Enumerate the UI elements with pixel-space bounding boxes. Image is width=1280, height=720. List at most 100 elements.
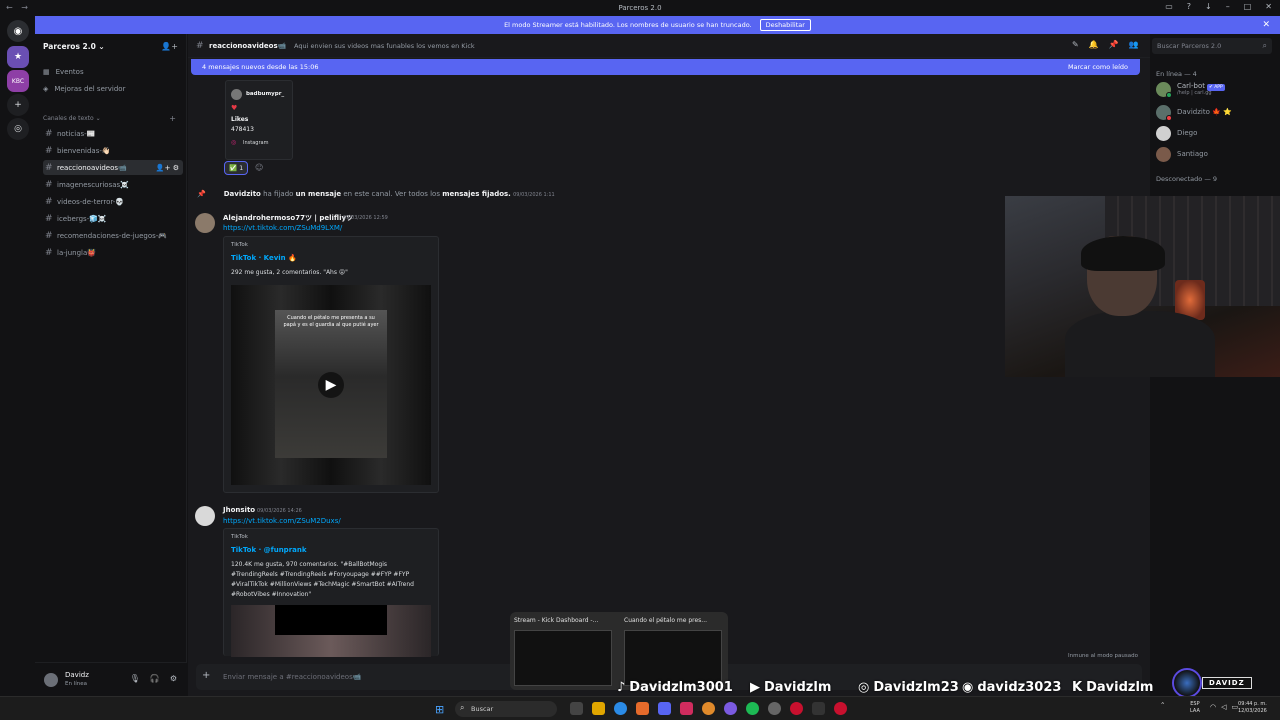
new-messages-bar[interactable]: 4 mensajes nuevos desde las 15:06 Marcar… [191, 59, 1140, 75]
channel-item-active[interactable]: # reaccionoavideos📹 👤+ ⚙ [43, 160, 183, 175]
channel-settings-icon[interactable]: 👤+ ⚙ [156, 164, 179, 172]
taskbar-search-label: Buscar [471, 705, 494, 713]
social-discord: ◉ davidz3023 [962, 680, 1061, 695]
bell-icon[interactable]: 🔔 [1089, 40, 1099, 49]
pin-time: 09/03/2026 1:11 [513, 192, 555, 198]
user-name[interactable]: Davidz [65, 671, 89, 679]
avatar[interactable] [44, 673, 58, 687]
edge-icon[interactable] [614, 702, 627, 715]
events-item[interactable]: ▦ Eventos [43, 68, 84, 76]
message-link[interactable]: https://vt.tiktok.com/ZSuMd9LXM/ [223, 224, 342, 232]
task-view-icon[interactable] [570, 702, 583, 715]
channel-item[interactable]: # la-jungla👹 [43, 245, 183, 260]
attach-icon[interactable]: + [202, 670, 210, 681]
channel-item[interactable]: # recomendaciones-de-juegos-🎮 [43, 228, 183, 243]
server-icon-parceros[interactable]: ★ [7, 46, 29, 68]
help-icon[interactable]: ? [1187, 2, 1191, 11]
spotify-icon[interactable] [746, 702, 759, 715]
steam-icon[interactable] [768, 702, 781, 715]
channel-item[interactable]: # videos-de-terror-💀 [43, 194, 183, 209]
search-input[interactable]: Buscar Parceros 2.0 ⌕ [1152, 38, 1272, 54]
chevron-up-icon[interactable]: ⌃ [1160, 701, 1165, 709]
member-item[interactable]: Davidzito 🍁 ⭐ [1156, 103, 1276, 121]
avatar[interactable] [195, 213, 215, 233]
message-author[interactable]: Jhonsito [223, 506, 255, 514]
download-icon[interactable]: ↓ [1205, 2, 1212, 11]
system-tray[interactable]: ⌃ [1160, 701, 1165, 709]
headphones-icon[interactable]: 🎧 [150, 674, 160, 683]
preview-window[interactable]: Stream - Kick Dashboard -... [510, 612, 616, 690]
file-explorer-icon[interactable] [592, 702, 605, 715]
member-item[interactable]: Carl-bot ✔ APP/help | carl.gg [1156, 80, 1276, 98]
pin-author[interactable]: Davidzito [224, 190, 261, 198]
app-icon[interactable] [834, 702, 847, 715]
embed-provider: TikTok [231, 242, 248, 248]
window-controls[interactable]: ▭? ↓ – □ ✕ [1165, 2, 1272, 11]
add-reaction-icon[interactable]: ☺ [255, 163, 263, 172]
discord-icon: ◉ [962, 680, 974, 695]
avatar [1156, 146, 1171, 162]
play-icon[interactable]: ▶ [318, 372, 344, 398]
disable-streamer-button[interactable]: Deshabilitar [759, 19, 811, 31]
brave-icon[interactable] [636, 702, 649, 715]
avatar[interactable] [195, 506, 215, 526]
add-server-icon[interactable]: + [7, 94, 29, 116]
member-item[interactable]: Diego [1156, 124, 1276, 142]
message-author[interactable]: Alejandrohermoso77ツ | pelifliyツ [223, 213, 353, 223]
discover-icon[interactable]: ◎ [7, 118, 29, 140]
channel-sidebar: Parceros 2.0 ⌄ 👤+ ▦ Eventos ◈ Mejoras del … [35, 34, 187, 696]
video-player[interactable] [231, 605, 431, 657]
channel-item[interactable]: # imagenescuriosas☠️ [43, 177, 183, 192]
windows-taskbar: ⊞ ⌕ Buscar ⌃ ESP LAA ◠ ◁ ▭ 09:44 p. m. 12/03/… [0, 696, 1280, 720]
server-name[interactable]: Parceros 2.0 ⌄ [43, 42, 105, 51]
gear-icon[interactable]: ⚙ [170, 674, 177, 683]
clock-time: 09:44 p. m. [1238, 701, 1267, 707]
reaction-check[interactable]: ✅ 1 [224, 161, 249, 175]
obs-icon[interactable] [724, 702, 737, 715]
tray-icons[interactable]: ◠ ◁ ▭ [1210, 703, 1238, 711]
threads-icon[interactable]: ✎ [1072, 40, 1079, 49]
message-link[interactable]: https://vt.tiktok.com/ZSuM2Duxs/ [223, 517, 341, 525]
discord-home-icon[interactable]: ◉ [7, 20, 29, 42]
channel-item[interactable]: # icebergs-🧊☠️ [43, 211, 183, 226]
embed-title[interactable]: TikTok · Kevin 🔥 [231, 254, 297, 262]
pin-link-message[interactable]: un mensaje [296, 190, 341, 198]
add-channel-icon[interactable]: + [169, 114, 176, 123]
mark-read-button[interactable]: Marcar como leído [1068, 63, 1128, 71]
members-icon[interactable]: 👥 [1129, 40, 1139, 49]
avatar [1156, 81, 1172, 98]
channel-item[interactable]: # bienvenidas-👋🏻 [43, 143, 183, 158]
tiktok-icon: ♪ [617, 680, 626, 695]
category-text-channels[interactable]: Canales de texto ⌄ [43, 115, 101, 122]
microphone-icon[interactable]: 🎙 [130, 674, 140, 683]
pin-link-pinned[interactable]: mensajes fijados. [442, 190, 511, 198]
inbox-icon[interactable]: ▭ [1165, 2, 1173, 11]
server-icon-2[interactable]: KBC [7, 70, 29, 92]
windows-start-icon[interactable]: ⊞ [435, 703, 444, 716]
clock[interactable]: 09:44 p. m. 12/03/2026 [1238, 701, 1267, 715]
language-indicator[interactable]: ESP LAA [1190, 701, 1200, 715]
close-button[interactable]: ✕ [1265, 2, 1272, 11]
maximize-button[interactable]: □ [1244, 2, 1252, 11]
member-item[interactable]: Santiago [1156, 145, 1276, 163]
member-name: Diego [1177, 129, 1198, 137]
channel-item[interactable]: # noticias-📰 [43, 126, 183, 141]
message-time: 09/03/2026 12:59 [343, 215, 388, 221]
streamer-tag: DAVIDZ [1202, 677, 1252, 689]
embed-title[interactable]: TikTok · @funprank [231, 546, 307, 554]
app-icon[interactable] [702, 702, 715, 715]
pin-icon[interactable]: 📌 [1109, 40, 1119, 49]
video-player[interactable]: Cuando el pétalo me presenta a su papá y… [231, 285, 431, 485]
invite-icon[interactable]: 👤+ [161, 42, 178, 51]
tiktok-app-icon[interactable] [680, 702, 693, 715]
preview-window[interactable]: Cuando el pétalo me pres... [620, 612, 726, 690]
app-icon[interactable] [790, 702, 803, 715]
boosts-item[interactable]: ◈ Mejoras del servidor [43, 85, 125, 93]
minimize-button[interactable]: – [1226, 2, 1230, 11]
channel-topic[interactable]: Aqui envien sus videos mas funables los … [294, 42, 475, 50]
discord-app-icon[interactable] [658, 702, 671, 715]
clock-date: 12/03/2026 [1238, 708, 1267, 714]
close-icon[interactable]: ✕ [1262, 20, 1270, 30]
app-icon[interactable] [812, 702, 825, 715]
taskbar-search[interactable]: ⌕ Buscar [455, 701, 557, 717]
